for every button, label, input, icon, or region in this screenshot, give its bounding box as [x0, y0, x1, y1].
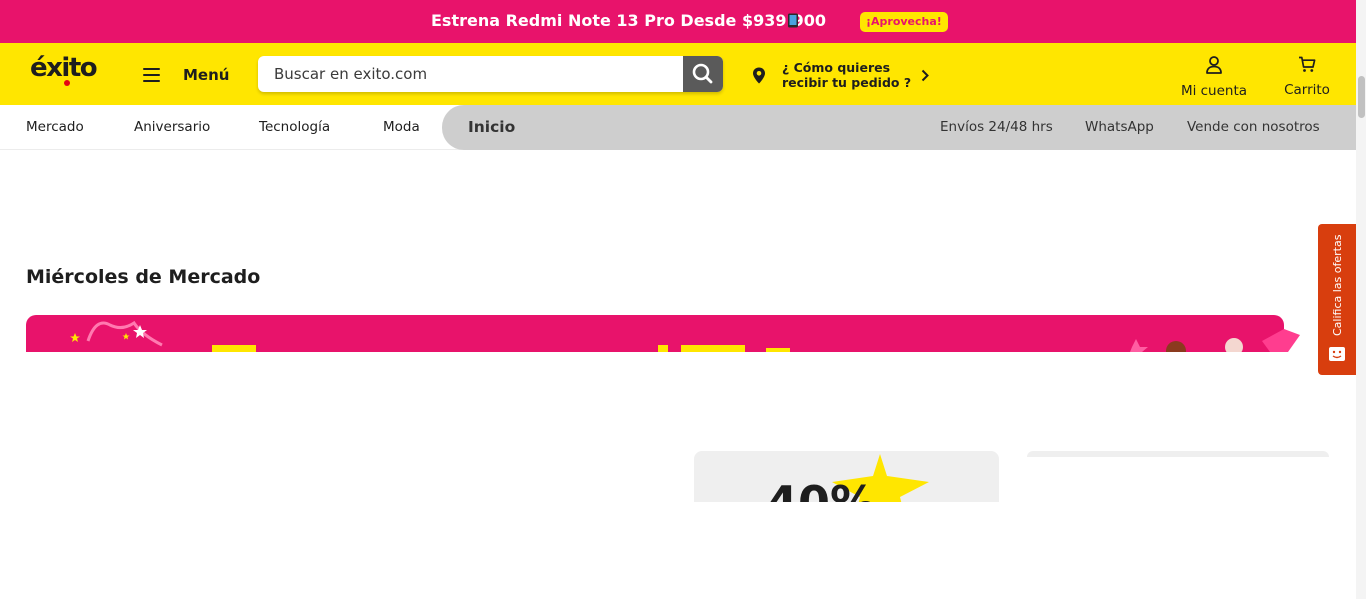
phone-icon	[788, 13, 798, 28]
cart-icon	[1299, 56, 1316, 72]
user-icon	[1206, 56, 1222, 74]
promo-bar[interactable]: Estrena Redmi Note 13 Pro Desde $939.900…	[0, 0, 1356, 43]
promo-banner[interactable]	[26, 315, 1300, 352]
chevron-right-icon	[921, 69, 929, 81]
product-card[interactable]	[1027, 451, 1329, 457]
tab-inicio[interactable]: Inicio	[468, 118, 515, 136]
delivery-selector[interactable]: ¿ Cómo quieres recibir tu pedido ?	[752, 58, 929, 92]
section-title: Miércoles de Mercado	[26, 266, 261, 288]
link-whatsapp[interactable]: WhatsApp	[1085, 119, 1154, 135]
cart-button[interactable]: Carrito	[1278, 56, 1336, 98]
menu-label: Menú	[183, 66, 230, 84]
banner-decoration	[70, 320, 1300, 352]
feedback-label: Califica las ofertas	[1331, 234, 1344, 336]
hamburger-icon	[143, 68, 160, 82]
page-scrollbar[interactable]	[1356, 0, 1366, 599]
exito-logo[interactable]: éxito	[30, 53, 98, 83]
category-nav: Mercado Aniversario Tecnología Moda Inic…	[0, 105, 1356, 150]
main-header: éxito Menú ¿ Cómo quieres recibir tu ped…	[0, 43, 1356, 105]
logo-dot	[64, 80, 70, 86]
delivery-text: ¿ Cómo quieres recibir tu pedido ?	[782, 60, 912, 90]
search-input[interactable]	[258, 56, 683, 92]
search-icon	[692, 63, 713, 84]
discount-card[interactable]: 40%	[694, 451, 999, 502]
promo-text[interactable]: Estrena Redmi Note 13 Pro Desde $939.900	[431, 11, 826, 30]
link-vende-con-nosotros[interactable]: Vende con nosotros	[1187, 119, 1320, 135]
search-bar	[258, 56, 723, 92]
account-button[interactable]: Mi cuenta	[1176, 56, 1252, 99]
menu-button[interactable]: Menú	[143, 63, 229, 87]
link-envios[interactable]: Envíos 24/48 hrs	[940, 119, 1053, 135]
category-moda[interactable]: Moda	[383, 119, 420, 135]
discount-percentage: 40%	[766, 476, 876, 502]
category-aniversario[interactable]: Aniversario	[134, 119, 210, 135]
cart-label: Carrito	[1284, 82, 1330, 98]
promo-cta-button[interactable]: ¡Aprovecha!	[860, 12, 948, 32]
category-mercado[interactable]: Mercado	[26, 119, 84, 135]
search-button[interactable]	[683, 56, 723, 92]
feedback-icon	[1329, 347, 1345, 361]
account-label: Mi cuenta	[1180, 83, 1248, 99]
scrollbar-thumb[interactable]	[1358, 76, 1365, 118]
location-pin-icon	[753, 67, 765, 83]
category-tecnologia[interactable]: Tecnología	[259, 119, 330, 135]
feedback-tab[interactable]: Califica las ofertas	[1318, 224, 1356, 375]
